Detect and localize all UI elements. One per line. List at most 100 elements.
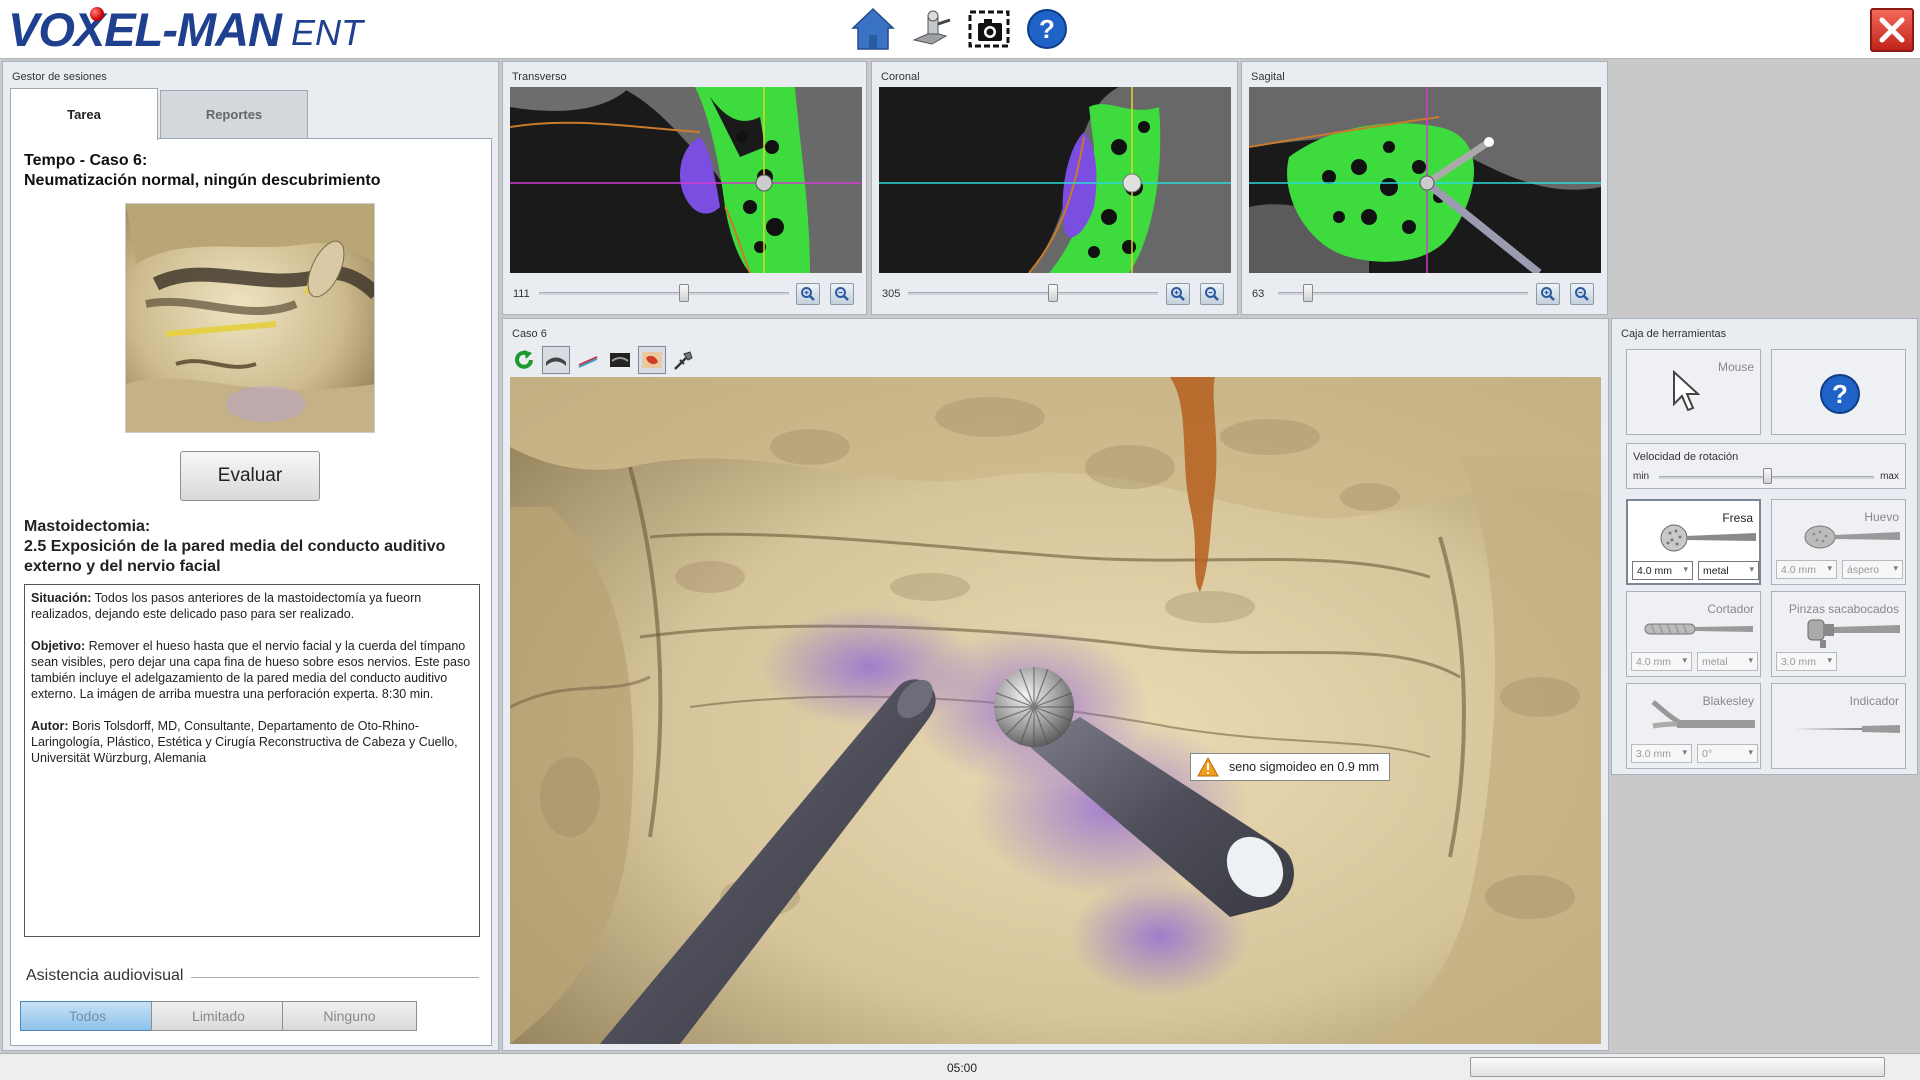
evaluate-button[interactable]: Evaluar (180, 451, 320, 501)
mouse-tool-label: Mouse (1717, 360, 1754, 374)
sagittal-ct-image[interactable] (1249, 87, 1601, 273)
fresa-size-select[interactable]: 4.0 mm (1632, 561, 1693, 580)
rotation-speed-label: Velocidad de rotación (1633, 451, 1739, 463)
cursor-arrow-icon (1673, 370, 1700, 412)
coronal-view-panel: Coronal 305 (871, 61, 1238, 315)
procedure-title-line2: 2.5 Exposición de la pared media del con… (24, 538, 446, 575)
cortador-size-select[interactable]: 4.0 mm (1631, 652, 1692, 671)
help-icon[interactable]: ? (1022, 4, 1072, 54)
transverse-slice-number: 111 (513, 288, 530, 300)
session-manager-panel: Gestor de sesiones Tarea Reportes Tempo … (2, 61, 499, 1051)
av-ninguno-button[interactable]: Ninguno (282, 1001, 417, 1031)
coronal-slider-track[interactable] (908, 292, 1158, 295)
transverse-ct-image[interactable] (510, 87, 862, 273)
task-description: Situación: Todos los pasos anteriores de… (24, 584, 480, 937)
coronal-ct-image[interactable] (879, 87, 1231, 273)
tool-huevo[interactable]: Huevo 4.0 mm áspero (1771, 499, 1906, 585)
pointer-probe-icon (1794, 725, 1900, 733)
procedure-title: Mastoidectomia: 2.5 Exposición de la par… (24, 517, 484, 577)
progress-bar (1470, 1057, 1885, 1077)
case-title-line1: Tempo - Caso 6: (24, 152, 148, 169)
help-icon: ? (1820, 374, 1860, 414)
coronal-slider-thumb[interactable] (1048, 284, 1058, 302)
sagittal-view-panel: Sagital 63 (1241, 61, 1608, 315)
blakesley-size-select[interactable]: 3.0 mm (1631, 744, 1692, 763)
zoom-in-icon (1171, 287, 1185, 301)
case-preview-image (125, 203, 375, 433)
screenshot-icon[interactable] (964, 4, 1014, 54)
toolbox-panel: Caja de herramientas Mouse ? Velocidad d… (1611, 318, 1918, 775)
pinzas-size-select[interactable]: 3.0 mm (1776, 652, 1837, 671)
mouse-tool[interactable]: Mouse (1626, 349, 1761, 435)
coronal-zoom-in-button[interactable] (1166, 283, 1190, 305)
surface-mode-icon[interactable] (542, 346, 570, 374)
dark-render-icon[interactable] (606, 346, 634, 374)
home-icon[interactable] (848, 4, 898, 54)
av-assist-label: Asistencia audiovisual (26, 967, 184, 984)
rotation-min-label: min (1633, 471, 1650, 482)
cutter-burr-icon (1644, 623, 1753, 635)
sagittal-zoom-in-button[interactable] (1536, 283, 1560, 305)
tool-fresa[interactable]: Fresa 4.0 mm metal (1626, 499, 1761, 585)
top-bar: VOXEL-MAN ENT ? (0, 0, 1920, 59)
tool-blakesley[interactable]: Blakesley 3.0 mm 0° (1626, 683, 1761, 769)
blakesley-forceps-icon (1651, 700, 1755, 729)
egg-burr-icon (1804, 525, 1900, 549)
close-button[interactable] (1870, 8, 1914, 52)
status-bar: 05:00 (0, 1053, 1920, 1080)
coronal-zoom-out-button[interactable] (1200, 283, 1224, 305)
av-assist-divider (191, 977, 479, 978)
procedure-title-line1: Mastoidectomia: (24, 518, 151, 535)
tool-indicador[interactable]: Indicador (1771, 683, 1906, 769)
reset-view-icon[interactable] (510, 346, 538, 374)
tool-pinzas-sacabocados[interactable]: Pinzas sacabocados 3.0 mm (1771, 591, 1906, 677)
app-logo: VOXEL-MAN ENT (8, 4, 363, 56)
transverse-zoom-in-button[interactable] (796, 283, 820, 305)
av-limitado-button[interactable]: Limitado (151, 1001, 286, 1031)
tool-cortador[interactable]: Cortador 4.0 mm metal (1626, 591, 1761, 677)
author-text: Boris Tolsdorff, MD, Consultante, Depart… (31, 719, 458, 765)
sagittal-zoom-out-button[interactable] (1570, 283, 1594, 305)
session-timer: 05:00 (947, 1061, 978, 1075)
burr-drill-icon (1660, 524, 1756, 552)
zoom-in-icon (801, 287, 815, 301)
objective-label: Objetivo: (31, 639, 86, 653)
transverse-slider-thumb[interactable] (679, 284, 689, 302)
top-toolbar: ? (848, 4, 1072, 54)
blakesley-angle-select[interactable]: 0° (1697, 744, 1758, 763)
surgical-3d-render[interactable] (510, 377, 1601, 1044)
view-toolbar (510, 345, 698, 375)
huevo-type-select[interactable]: áspero (1842, 560, 1903, 579)
task-content: Tempo - Caso 6: Neumatización normal, ni… (10, 138, 492, 1046)
case-3d-view-panel: Caso 6 seno sigmoideo en 0.9 mm (502, 318, 1609, 1051)
tab-reportes[interactable]: Reportes (160, 90, 308, 138)
objective-paragraph: Objetivo: Remover el hueso hasta que el … (31, 638, 473, 702)
av-todos-button[interactable]: Todos (20, 1001, 155, 1031)
rotation-speed-thumb[interactable] (1762, 468, 1772, 484)
punch-forceps-icon (1807, 619, 1900, 648)
sagittal-slider-track[interactable] (1278, 292, 1528, 295)
logo-suffix: ENT (291, 12, 363, 53)
tool-settings-icon[interactable] (670, 346, 698, 374)
rotation-max-label: max (1880, 471, 1899, 482)
probe-icon[interactable] (574, 346, 602, 374)
svg-text:?: ? (1832, 379, 1848, 409)
coronal-title: Coronal (881, 71, 920, 83)
anatomy-color-icon[interactable] (638, 346, 666, 374)
warning-icon (1197, 757, 1219, 777)
transverse-zoom-out-button[interactable] (830, 283, 854, 305)
case-view-title: Caso 6 (512, 328, 547, 340)
fresa-type-select[interactable]: metal (1698, 561, 1759, 580)
warning-text: seno sigmoideo en 0.9 mm (1229, 760, 1380, 774)
sagittal-slider-thumb[interactable] (1303, 284, 1313, 302)
situation-paragraph: Situación: Todos los pasos anteriores de… (31, 590, 473, 622)
toolbox-help-button[interactable]: ? (1771, 349, 1906, 435)
tab-tarea[interactable]: Tarea (10, 88, 158, 140)
logo-brand: VOXEL-MAN (8, 3, 282, 56)
settings-icon[interactable] (906, 4, 956, 54)
transverse-slider-track[interactable] (539, 292, 789, 295)
author-label: Autor: (31, 719, 69, 733)
cortador-type-select[interactable]: metal (1697, 652, 1758, 671)
huevo-size-select[interactable]: 4.0 mm (1776, 560, 1837, 579)
session-manager-title: Gestor de sesiones (12, 71, 107, 83)
